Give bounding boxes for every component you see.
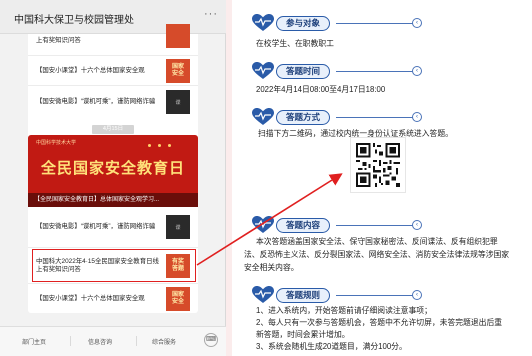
chevron-circle-icon: ‹: [412, 112, 422, 122]
list-item-title: 【国安微电影】“谍机可乘”，谨防网络诈骗: [36, 223, 156, 230]
section-header: 答题规则 ‹: [252, 286, 512, 304]
decor-dot: [158, 144, 161, 147]
section-text: 新答题，时间会累计增加。: [256, 330, 350, 339]
list-item[interactable]: 上有奖知识问答: [28, 24, 198, 55]
menu-item-info[interactable]: 信息咨询: [88, 337, 112, 346]
section-header: 答题内容 ‹: [252, 216, 512, 234]
thumbnail-label: 国家 安全: [171, 64, 184, 77]
article-thumbnail: 国家 安全: [166, 287, 190, 311]
section-text: 本次答题涵盖国家安全法、保守国家秘密法、反间谍法、反有组织犯罪: [256, 237, 498, 246]
menu-divider: [70, 336, 71, 346]
thumbnail-label: 谍: [175, 99, 181, 106]
section-rule: [336, 225, 416, 226]
section-rule: [336, 71, 416, 72]
article-thumbnail: 国家 安全: [166, 59, 190, 83]
section-text: 安全相关内容。: [244, 263, 299, 272]
heart-pulse-icon: [252, 14, 274, 31]
section-title: 答题内容: [276, 218, 331, 233]
section-title: 答题时间: [276, 64, 331, 79]
list-item-title: 上有奖知识问答: [36, 37, 81, 44]
chevron-circle-icon: ‹: [412, 66, 422, 76]
keyboard-icon[interactable]: ⌨: [204, 333, 218, 347]
section-title: 参与对象: [276, 16, 331, 31]
menu-divider: [136, 336, 137, 346]
decor-dot: [168, 144, 171, 147]
article-thumbnail: 谍: [166, 215, 190, 239]
section-text: 3、系统会随机生成20道题目，满分100分。: [256, 342, 407, 351]
highlight-box: [32, 249, 196, 282]
heart-pulse-icon: [252, 286, 274, 303]
menu-item-dept-home[interactable]: 部门主页: [22, 337, 46, 346]
message-timestamp: 4月15日: [92, 125, 134, 134]
chevron-circle-icon: ‹: [412, 18, 422, 28]
section-text: 2022年4月14日08:00至4月17日18:00: [256, 85, 386, 94]
menu-item-services[interactable]: 综合服务: [152, 337, 176, 346]
list-item-title: 【国安小课堂】十六个总体国家安全观: [36, 67, 145, 74]
more-icon[interactable]: ···: [204, 8, 218, 20]
article-thumbnail: 谍: [166, 90, 190, 114]
list-item[interactable]: 【国安小课堂】十六个总体国家安全观 国家 安全: [28, 283, 198, 313]
section-header: 答题时间 ‹: [252, 62, 512, 80]
qr-code[interactable]: [356, 143, 400, 187]
article-thumbnail: [166, 24, 190, 48]
heart-pulse-icon: [252, 216, 274, 233]
list-item[interactable]: 【国安微电影】“谍机可乘”，谨防网络诈骗 谍: [28, 207, 198, 247]
banner-caption: 【全民国家安全教育日】总体国家安全观学习...: [28, 193, 198, 207]
chevron-circle-icon: ‹: [412, 220, 422, 230]
section-rule: [336, 295, 416, 296]
section-rule: [336, 23, 416, 24]
section-text: 法、反恐怖主义法、反分裂国家法、网络安全法、消防安全法律法规等涉国家: [244, 250, 510, 259]
heart-pulse-icon: [252, 62, 274, 79]
section-text: 在校学生、在职教职工: [256, 39, 334, 48]
article-content: 参与对象 ‹ 在校学生、在职教职工 答题时间 ‹ 2022年4月14日08:00…: [232, 0, 532, 356]
thumbnail-label: 国家 安全: [171, 292, 184, 305]
section-rule: [336, 117, 416, 118]
phone-panel: 中国科大保卫与校园管理处 ··· 上有奖知识问答 【国安小课堂】十六个总体国家安…: [0, 0, 226, 356]
section-title: 答题规则: [276, 288, 331, 303]
bottom-menu: 部门主页 信息咨询 综合服务 ⌨: [0, 326, 226, 356]
section-header: 答题方式 ‹: [252, 108, 512, 126]
cover-banner[interactable]: 中国科学技术大学 全民国家安全教育日 【全民国家安全教育日】总体国家安全观学习.…: [28, 135, 198, 207]
list-item[interactable]: 【国安微电影】“谍机可乘”，谨防网络诈骗 谍: [28, 85, 198, 117]
banner-title: 全民国家安全教育日: [40, 160, 185, 177]
banner-org: 中国科学技术大学: [36, 140, 77, 146]
heart-pulse-icon: [252, 108, 274, 125]
section-text: 1、进入系统内，开始答题前请仔细阅读注意事项；: [256, 306, 432, 315]
list-item-title: 【国安微电影】“谍机可乘”，谨防网络诈骗: [36, 98, 156, 105]
chevron-circle-icon: ‹: [412, 290, 422, 300]
section-text: 2、每人只有一次参与答题机会，答题中不允许切屏，未答完题退出后重: [256, 318, 503, 327]
account-title: 中国科大保卫与校园管理处: [14, 15, 134, 26]
phone-header: 中国科大保卫与校园管理处 ···: [0, 0, 226, 34]
thumbnail-label: 谍: [175, 224, 181, 231]
list-item[interactable]: 【国安小课堂】十六个总体国家安全观 国家 安全: [28, 55, 198, 85]
list-item-title: 【国安小课堂】十六个总体国家安全观: [36, 295, 145, 302]
decor-dot: [148, 144, 151, 147]
section-title: 答题方式: [276, 110, 331, 125]
article-card-bottom: 中国科学技术大学 全民国家安全教育日 【全民国家安全教育日】总体国家安全观学习.…: [28, 135, 198, 313]
section-header: 参与对象 ‹: [252, 14, 512, 32]
